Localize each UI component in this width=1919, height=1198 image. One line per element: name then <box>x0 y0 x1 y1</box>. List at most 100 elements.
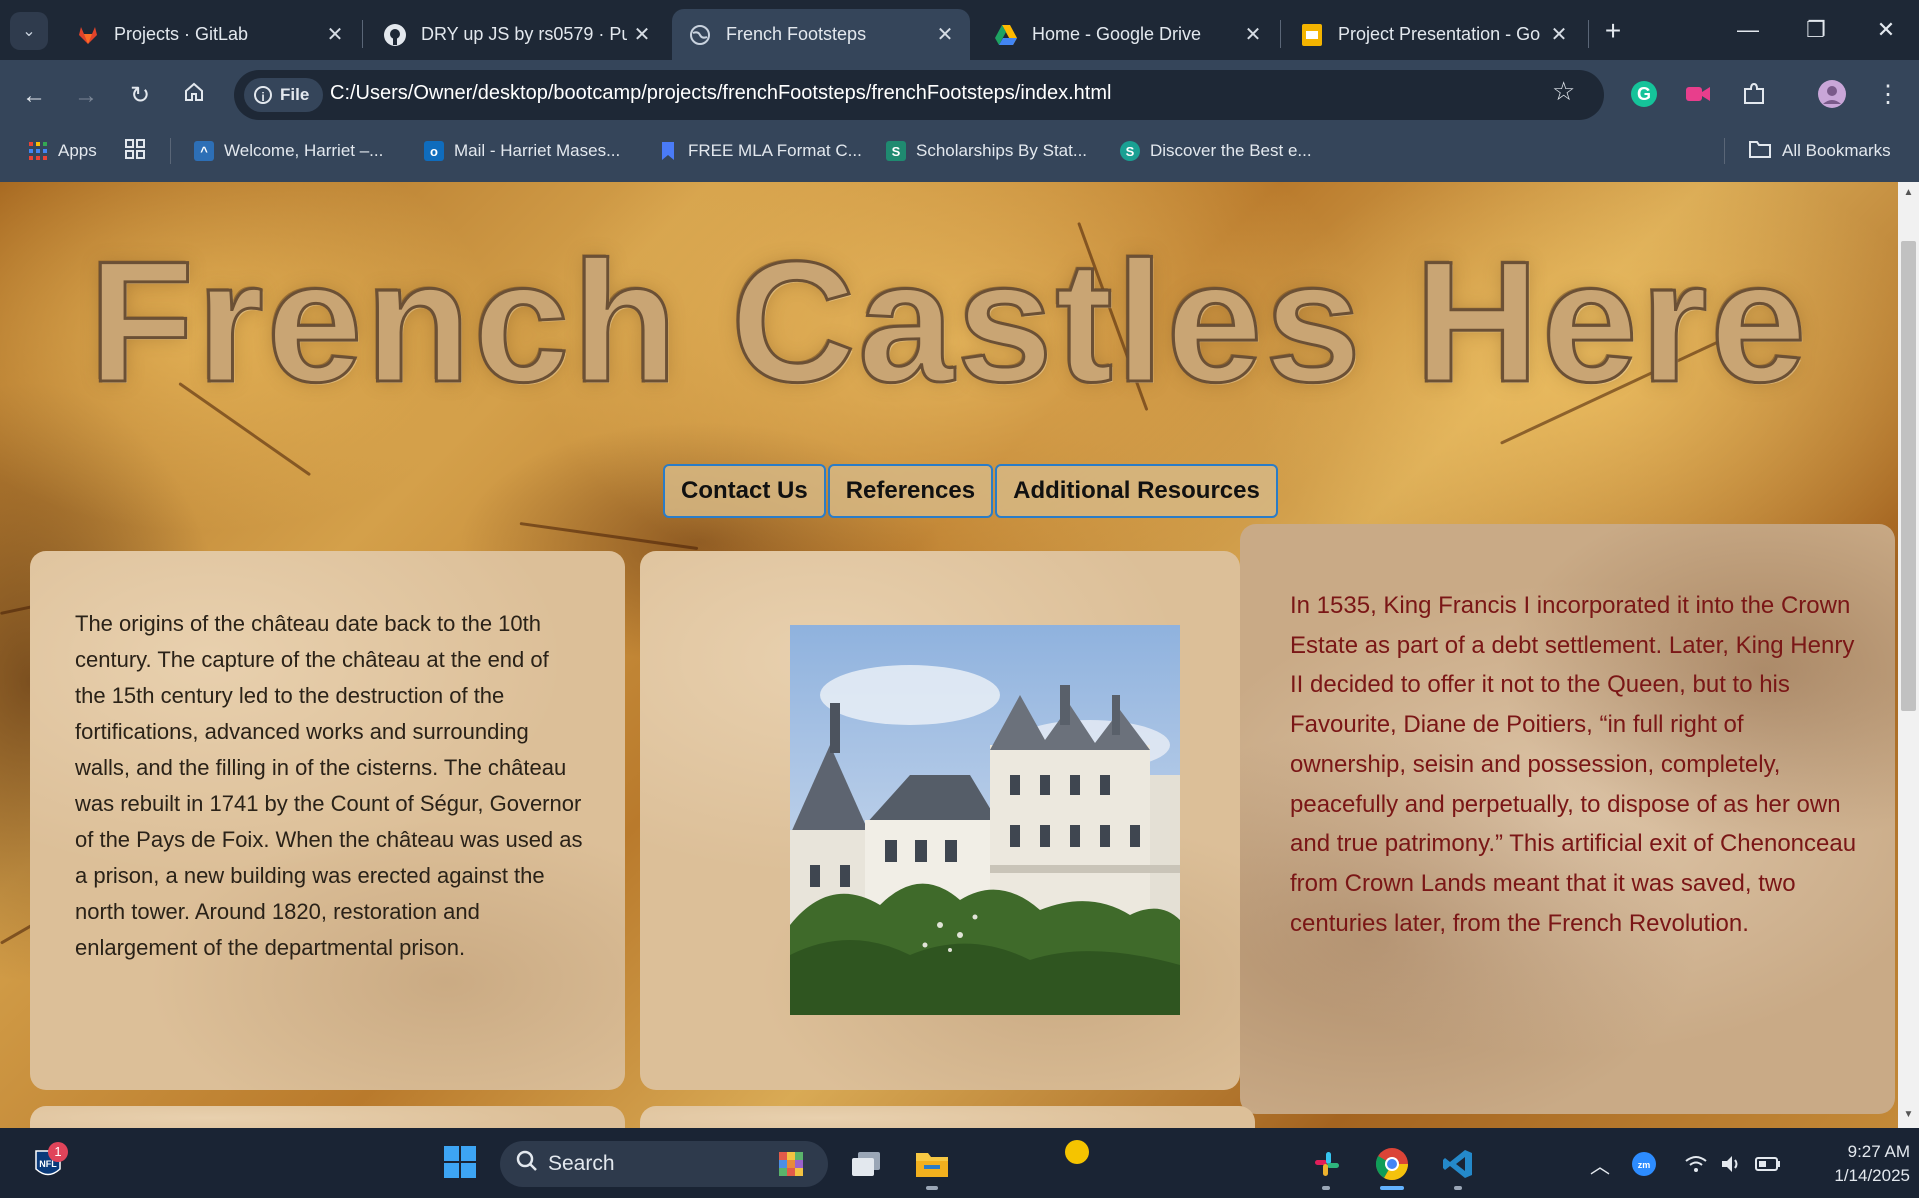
home-button[interactable] <box>174 76 214 116</box>
clock-date: 1/14/2025 <box>1834 1166 1910 1185</box>
bookmark-star-icon[interactable]: ☆ <box>1552 76 1575 107</box>
screen-recorder-icon[interactable] <box>1682 78 1714 110</box>
bookmark-label: Discover the Best e... <box>1150 141 1312 160</box>
tab-gitlab[interactable]: Projects · GitLab ✕ <box>60 9 360 60</box>
github-icon <box>383 23 407 47</box>
menu-kebab-icon[interactable]: ⋮ <box>1872 78 1904 110</box>
url-text[interactable]: C:/Users/Owner/desktop/bootcamp/projects… <box>330 82 1111 105</box>
slack-icon[interactable] <box>1305 1142 1349 1186</box>
tab-groups-button[interactable] <box>124 138 146 164</box>
plus-icon: + <box>1604 15 1622 46</box>
bookmark-mail[interactable]: o Mail - Harriet Mases... <box>424 138 620 164</box>
bookmark-discover[interactable]: S Discover the Best e... <box>1120 138 1312 164</box>
forward-button[interactable]: → <box>66 76 106 116</box>
history-card-chenonceau: In 1535, King Francis I incorporated it … <box>1240 524 1895 1114</box>
tab-title: French Footsteps <box>726 24 867 44</box>
scroll-up-arrow-icon[interactable]: ▲ <box>1898 184 1919 202</box>
back-button[interactable]: ← <box>14 76 54 116</box>
tab-github[interactable]: DRY up JS by rs0579 · Pul ✕ <box>367 9 667 60</box>
arrow-right-icon: → <box>74 82 98 109</box>
search-highlight-icon <box>776 1149 806 1185</box>
discover-icon: S <box>1120 141 1140 161</box>
history-text: The origins of the château date back to … <box>75 611 583 960</box>
close-icon[interactable]: ✕ <box>320 22 350 47</box>
tab-french-footsteps[interactable]: French Footsteps ✕ <box>672 9 970 60</box>
outlook-icon: o <box>424 141 444 161</box>
tab-title: DRY up JS by rs0579 · Pul <box>421 24 627 44</box>
profile-avatar[interactable] <box>1816 78 1848 110</box>
running-indicator <box>1454 1186 1462 1190</box>
notification-badge: 1 <box>48 1142 68 1162</box>
status-dot-icon[interactable] <box>1065 1140 1089 1164</box>
arrow-left-icon: ← <box>22 82 46 109</box>
page-nav: Contact Us References Additional Resourc… <box>663 464 1280 518</box>
google-slides-icon <box>1300 23 1324 47</box>
restore-button[interactable]: ❐ <box>1786 8 1846 52</box>
wifi-icon[interactable] <box>1680 1142 1712 1186</box>
windows-logo-icon <box>443 1145 477 1184</box>
running-indicator <box>1322 1186 1330 1190</box>
close-icon[interactable]: ✕ <box>930 22 960 47</box>
all-bookmarks-button[interactable]: All Bookmarks <box>1748 138 1891 164</box>
tab-title: Home - Google Drive <box>1032 24 1202 44</box>
apps-grid-icon <box>28 141 48 161</box>
running-indicator <box>926 1186 938 1190</box>
nav-references[interactable]: References <box>827 464 994 518</box>
bookmark-label: Apps <box>58 141 97 160</box>
bookmark-welcome[interactable]: ^ Welcome, Harriet –... <box>194 138 383 164</box>
tab-search-button[interactable]: ⌄ <box>10 12 48 50</box>
canvas-icon: ^ <box>194 141 214 161</box>
folder-icon <box>1748 139 1772 164</box>
close-icon[interactable]: ✕ <box>1544 22 1574 47</box>
chevron-down-icon: ⌄ <box>22 23 36 40</box>
battery-icon[interactable] <box>1752 1142 1784 1186</box>
show-hidden-icons-chevron-icon[interactable]: ︿ <box>1590 1150 1610 1179</box>
reload-button[interactable]: ↻ <box>120 76 160 116</box>
all-bookmarks-label: All Bookmarks <box>1782 141 1891 160</box>
gitlab-icon <box>76 23 100 47</box>
tab-google-drive[interactable]: Home - Google Drive ✕ <box>978 9 1278 60</box>
nav-contact-us[interactable]: Contact Us <box>663 464 826 518</box>
minimize-button[interactable]: — <box>1718 8 1778 52</box>
castle-photo <box>790 625 1180 1015</box>
scroll-down-arrow-icon[interactable]: ▼ <box>1898 1106 1919 1124</box>
grammarly-icon[interactable]: G <box>1628 78 1660 110</box>
vscode-icon[interactable] <box>1436 1142 1480 1186</box>
bookmark-divider <box>1724 138 1725 164</box>
close-window-button[interactable]: ✕ <box>1856 8 1916 52</box>
new-tab-button[interactable]: + <box>1594 14 1632 48</box>
bookmark-apps[interactable]: Apps <box>28 138 97 164</box>
bookmark-scholarships[interactable]: S Scholarships By Stat... <box>886 138 1087 164</box>
close-icon[interactable]: ✕ <box>1238 22 1268 47</box>
zoom-tray-icon[interactable]: zm <box>1628 1142 1660 1186</box>
bookmark-mla[interactable]: FREE MLA Format C... <box>658 138 862 164</box>
scrollbar-thumb[interactable] <box>1901 241 1916 711</box>
bookmark-label: Scholarships By Stat... <box>916 141 1088 160</box>
page-title: French Castles Here <box>87 226 1810 418</box>
bookmark-label: Welcome, Harriet –... <box>224 141 384 160</box>
volume-icon[interactable] <box>1716 1142 1748 1186</box>
start-button[interactable] <box>438 1142 482 1186</box>
info-icon: i <box>254 86 272 104</box>
history-card: The origins of the château date back to … <box>30 551 625 1090</box>
nav-additional-resources[interactable]: Additional Resources <box>995 464 1278 518</box>
reload-icon: ↻ <box>129 82 151 109</box>
tab-groups-icon <box>124 138 146 165</box>
chrome-icon[interactable] <box>1370 1142 1414 1186</box>
close-icon[interactable]: ✕ <box>627 22 657 47</box>
tab-divider <box>362 20 363 48</box>
taskbar-search[interactable]: Search <box>500 1141 828 1187</box>
site-info-label: File <box>280 85 310 104</box>
site-info-chip[interactable]: i File <box>244 78 324 112</box>
tab-project-presentation[interactable]: Project Presentation - Go ✕ <box>1284 9 1584 60</box>
file-explorer-icon[interactable] <box>910 1142 954 1186</box>
tab-title: Project Presentation - Go <box>1338 24 1541 44</box>
minimize-icon: — <box>1737 17 1759 42</box>
extensions-puzzle-icon[interactable] <box>1738 78 1770 110</box>
tab-title: Projects · GitLab <box>114 24 249 44</box>
task-view-icon[interactable] <box>844 1142 888 1186</box>
search-label: Search <box>548 1152 615 1175</box>
bookmark-label: Mail - Harriet Mases... <box>454 141 621 160</box>
google-drive-icon <box>994 23 1018 47</box>
system-clock[interactable]: 9:27 AM 1/14/2025 <box>1810 1140 1910 1188</box>
